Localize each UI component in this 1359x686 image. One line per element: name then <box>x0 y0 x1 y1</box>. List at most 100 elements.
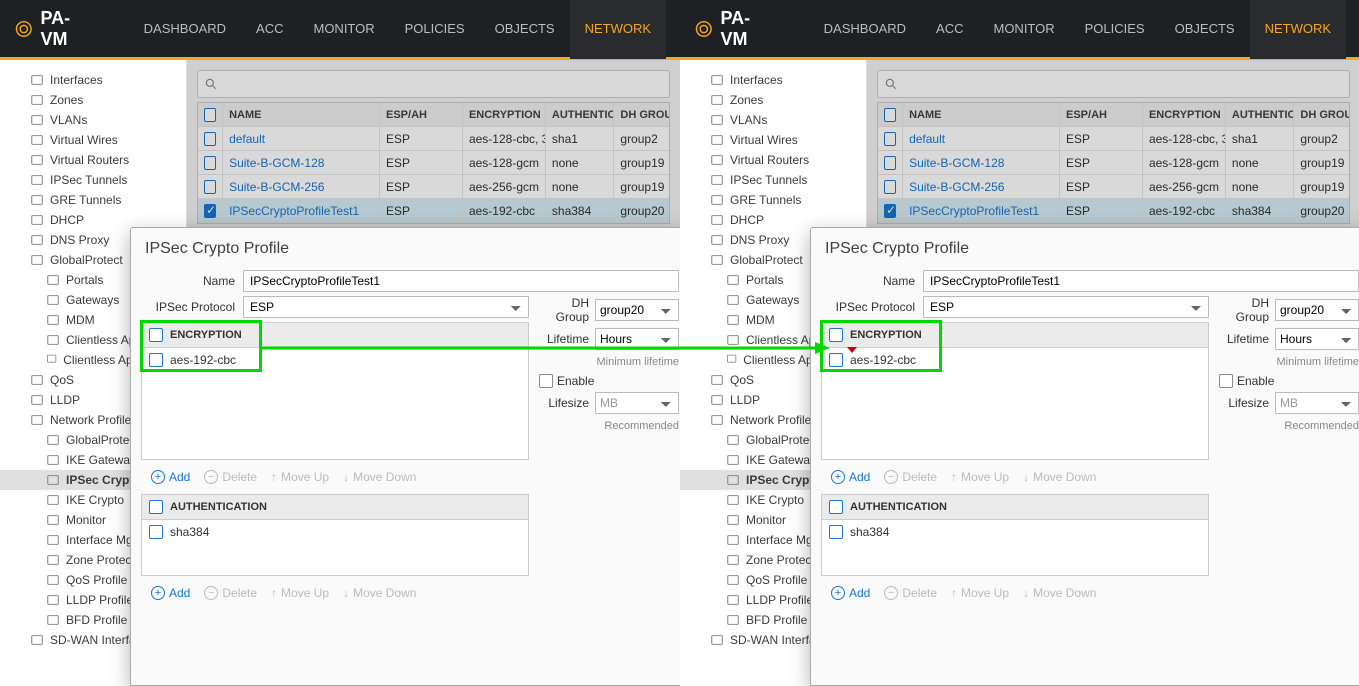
dhgroup-select[interactable]: group20 <box>595 299 679 321</box>
encryption-row[interactable]: aes-192-cbc <box>822 348 1208 372</box>
encryption-row-checkbox[interactable] <box>829 353 843 367</box>
auth-moveup-button[interactable]: ↑ Move Up <box>265 584 335 602</box>
sidebar-item-label: IPSec Tunnels <box>50 173 127 187</box>
sidebar-item-ipsec-tunnels[interactable]: IPSec Tunnels <box>680 170 866 190</box>
encryption-add-button[interactable]: +Add <box>145 468 196 486</box>
auth-header-label: AUTHENTICATION <box>170 501 267 513</box>
nav-item-icon <box>30 153 44 167</box>
nav-item-icon <box>30 173 44 187</box>
nav-item-icon <box>46 573 60 587</box>
nav-acc[interactable]: ACC <box>241 0 298 59</box>
sidebar-item-gre-tunnels[interactable]: GRE Tunnels <box>680 190 866 210</box>
sidebar-item-interfaces[interactable]: Interfaces <box>0 70 186 90</box>
sidebar-item-zones[interactable]: Zones <box>0 90 186 110</box>
sidebar-item-label: LLDP Profile <box>746 593 813 607</box>
auth-row[interactable]: sha384 <box>142 520 528 544</box>
nav-item-icon <box>46 613 60 627</box>
encryption-movedown-button[interactable]: ↓ Move Down <box>1017 468 1102 486</box>
sidebar-item-zones[interactable]: Zones <box>680 90 866 110</box>
sidebar-item-label: Virtual Routers <box>50 153 129 167</box>
auth-add-button[interactable]: +Add <box>825 584 876 602</box>
encryption-select-all-checkbox[interactable] <box>149 328 163 342</box>
name-input[interactable] <box>243 270 679 292</box>
protocol-select[interactable]: ESP <box>923 296 1209 318</box>
nav-item-icon <box>46 313 60 327</box>
auth-add-button[interactable]: +Add <box>145 584 196 602</box>
auth-select-all-checkbox[interactable] <box>149 500 163 514</box>
nav-objects[interactable]: OBJECTS <box>480 0 570 59</box>
encryption-moveup-button[interactable]: ↑ Move Up <box>265 468 335 486</box>
encryption-list: aes-192-cbc <box>141 348 529 460</box>
nav-dashboard[interactable]: DASHBOARD <box>129 0 241 59</box>
encryption-select-all-checkbox[interactable] <box>829 328 843 342</box>
sidebar-item-gre-tunnels[interactable]: GRE Tunnels <box>0 190 186 210</box>
dhgroup-label: DH Group <box>1219 296 1275 324</box>
auth-movedown-button[interactable]: ↓ Move Down <box>1017 584 1102 602</box>
nav-network[interactable]: NETWORK <box>570 0 666 59</box>
lifetime-select[interactable]: Hours <box>595 328 679 350</box>
recommended-hint: Recommended <box>539 418 679 434</box>
ipsec-crypto-dialog: IPSec Crypto Profile Name IPSec Protocol… <box>810 227 1359 686</box>
auth-row-checkbox[interactable] <box>149 525 163 539</box>
encryption-delete-button[interactable]: −Delete <box>198 468 263 486</box>
nav-dashboard[interactable]: DASHBOARD <box>809 0 921 59</box>
sidebar-item-vlans[interactable]: VLANs <box>680 110 866 130</box>
nav-objects[interactable]: OBJECTS <box>1160 0 1250 59</box>
sidebar-item-virtual-routers[interactable]: Virtual Routers <box>0 150 186 170</box>
auth-delete-button[interactable]: −Delete <box>878 584 943 602</box>
auth-row[interactable]: sha384 <box>822 520 1208 544</box>
lifesize-select[interactable]: MB <box>1275 392 1359 414</box>
encryption-delete-button[interactable]: −Delete <box>878 468 943 486</box>
sidebar-item-virtual-routers[interactable]: Virtual Routers <box>680 150 866 170</box>
auth-moveup-button[interactable]: ↑ Move Up <box>945 584 1015 602</box>
sidebar-item-label: GRE Tunnels <box>730 193 801 207</box>
sidebar-item-interfaces[interactable]: Interfaces <box>680 70 866 90</box>
auth-list: sha384 <box>821 520 1209 576</box>
encryption-row-checkbox[interactable] <box>149 353 163 367</box>
nav-item-icon <box>710 633 724 647</box>
nav-item-icon <box>710 193 724 207</box>
protocol-select[interactable]: ESP <box>243 296 529 318</box>
encryption-add-button[interactable]: +Add <box>825 468 876 486</box>
nav-policies[interactable]: POLICIES <box>1070 0 1160 59</box>
nav-item-icon <box>726 573 740 587</box>
sidebar-item-virtual-wires[interactable]: Virtual Wires <box>0 130 186 150</box>
lifetime-select[interactable]: Hours <box>1275 328 1359 350</box>
sidebar-item-vlans[interactable]: VLANs <box>0 110 186 130</box>
nav-policies[interactable]: POLICIES <box>390 0 480 59</box>
name-label: Name <box>141 274 243 288</box>
nav-item-icon <box>726 333 740 347</box>
protocol-label: IPSec Protocol <box>141 300 243 314</box>
name-input[interactable] <box>923 270 1359 292</box>
nav-item-icon <box>710 393 724 407</box>
auth-select-all-checkbox[interactable] <box>829 500 843 514</box>
lifesize-select[interactable]: MB <box>595 392 679 414</box>
nav-monitor[interactable]: MONITOR <box>978 0 1069 59</box>
nav-item-icon <box>710 133 724 147</box>
encryption-movedown-button[interactable]: ↓ Move Down <box>337 468 422 486</box>
ipsec-crypto-dialog: IPSec Crypto Profile Name IPSec Protocol… <box>130 227 680 686</box>
nav-item-icon <box>30 373 44 387</box>
min-lifetime-hint: Minimum lifetime <box>539 354 679 370</box>
nav-item-icon <box>726 553 740 567</box>
encryption-header: ENCRYPTION <box>821 322 1209 348</box>
sidebar-item-label: GRE Tunnels <box>50 193 121 207</box>
auth-delete-button[interactable]: −Delete <box>198 584 263 602</box>
nav-acc[interactable]: ACC <box>921 0 978 59</box>
nav-item-icon <box>30 233 44 247</box>
encryption-row[interactable]: aes-192-cbc <box>142 348 528 372</box>
enable-checkbox[interactable] <box>539 374 553 388</box>
enable-checkbox[interactable] <box>1219 374 1233 388</box>
auth-movedown-button[interactable]: ↓ Move Down <box>337 584 422 602</box>
sidebar-item-ipsec-tunnels[interactable]: IPSec Tunnels <box>0 170 186 190</box>
nav-item-icon <box>710 373 724 387</box>
sidebar-item-label: GlobalProtect <box>50 253 123 267</box>
dhgroup-select[interactable]: group20 <box>1275 299 1359 321</box>
nav-item-icon <box>726 313 740 327</box>
encryption-moveup-button[interactable]: ↑ Move Up <box>945 468 1015 486</box>
sidebar-item-label: BFD Profile <box>66 613 127 627</box>
auth-row-checkbox[interactable] <box>829 525 843 539</box>
nav-network[interactable]: NETWORK <box>1250 0 1346 59</box>
nav-monitor[interactable]: MONITOR <box>298 0 389 59</box>
sidebar-item-virtual-wires[interactable]: Virtual Wires <box>680 130 866 150</box>
